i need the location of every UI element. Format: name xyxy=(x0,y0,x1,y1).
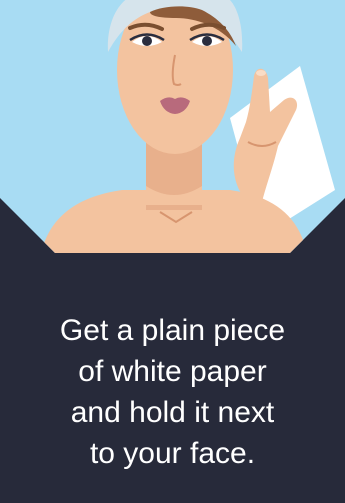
instruction-text: Get a plain piece of white paper and hol… xyxy=(0,310,345,474)
instruction-line-1: Get a plain piece xyxy=(59,314,286,347)
illustration-panel xyxy=(0,0,345,258)
instruction-line-3: and hold it next xyxy=(70,396,275,429)
instruction-screen: Get a plain piece of white paper and hol… xyxy=(0,0,345,503)
instruction-line-2: of white paper xyxy=(78,355,267,388)
woman-holding-paper-icon xyxy=(0,0,345,258)
instruction-line-4: to your face. xyxy=(89,437,256,470)
